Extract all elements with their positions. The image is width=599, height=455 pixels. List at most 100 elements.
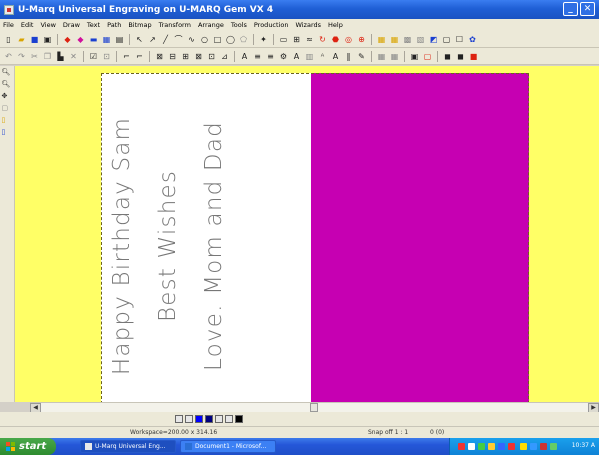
card-right-panel[interactable]: [311, 73, 529, 404]
menu-arrange[interactable]: Arrange: [198, 21, 224, 29]
rotate-icon[interactable]: ↻: [317, 34, 328, 45]
break-icon[interactable]: ⊟: [167, 51, 178, 62]
palette-arrow-right[interactable]: [185, 415, 193, 423]
fit-icon[interactable]: ⊿: [219, 51, 230, 62]
tray-icon-1[interactable]: [458, 443, 465, 450]
menu-view[interactable]: View: [40, 21, 55, 29]
text-spacing-icon[interactable]: ‖: [343, 51, 354, 62]
card-line-signature[interactable]: Love. Mom and Dad: [191, 117, 237, 375]
text-gear-icon[interactable]: ⚙: [278, 51, 289, 62]
card-line-birthday[interactable]: Happy Birthday Sam: [99, 117, 145, 375]
scroll-thumb[interactable]: [310, 403, 318, 412]
palette-arrow-right-2[interactable]: [225, 415, 233, 423]
text-tool-icon[interactable]: A: [239, 51, 250, 62]
zoom-icon[interactable]: 🔍︎: [2, 67, 13, 78]
import-icon[interactable]: ◆: [62, 34, 73, 45]
horizontal-scrollbar[interactable]: ◀ ▶: [30, 402, 599, 413]
minimize-button[interactable]: _: [563, 2, 578, 16]
close-button[interactable]: ✕: [580, 2, 595, 16]
zoom-all-icon[interactable]: ▯: [2, 127, 13, 138]
palette-swatch-navy[interactable]: [205, 415, 213, 423]
tray-icon-8[interactable]: [530, 443, 537, 450]
card-text-block[interactable]: Happy Birthday Sam Best Wishes Love. Mom…: [99, 117, 237, 375]
menu-tools[interactable]: Tools: [231, 21, 247, 29]
menu-bitmap[interactable]: Bitmap: [128, 21, 151, 29]
menu-text[interactable]: Text: [87, 21, 100, 29]
cut-icon[interactable]: ✂: [29, 51, 40, 62]
tray-icon-10[interactable]: [550, 443, 557, 450]
tray-icon-9[interactable]: [540, 443, 547, 450]
open-folder-icon[interactable]: ▰: [16, 34, 27, 45]
combine-icon[interactable]: ⊠: [154, 51, 165, 62]
fill-icon[interactable]: ▦: [101, 34, 112, 45]
menu-wizards[interactable]: Wizards: [295, 21, 321, 29]
menu-draw[interactable]: Draw: [63, 21, 80, 29]
ellipse-icon[interactable]: ○: [199, 34, 210, 45]
settings-icon[interactable]: ✿: [467, 34, 478, 45]
polygon-icon[interactable]: ⬠: [238, 34, 249, 45]
window-icon[interactable]: ▢: [441, 34, 452, 45]
mirror-icon[interactable]: ⬣: [330, 34, 341, 45]
tray-icon-4[interactable]: [488, 443, 495, 450]
text-align-icon[interactable]: ≡: [252, 51, 263, 62]
delete-icon[interactable]: ✕: [68, 51, 79, 62]
layer-2-icon[interactable]: ▦: [389, 34, 400, 45]
text-size-down-icon[interactable]: ᴬ: [317, 51, 328, 62]
tray-icon-6[interactable]: [508, 443, 515, 450]
group-icon[interactable]: ▭: [278, 34, 289, 45]
tray-icon-5[interactable]: [498, 443, 505, 450]
layer-icon[interactable]: ▦: [376, 34, 387, 45]
tray-icon-2[interactable]: [468, 443, 475, 450]
distribute-icon[interactable]: ≈: [304, 34, 315, 45]
nest-icon[interactable]: ⊡: [206, 51, 217, 62]
card-line-wishes[interactable]: Best Wishes: [145, 117, 191, 375]
bring-front-icon[interactable]: ◼: [442, 51, 453, 62]
target-icon[interactable]: ◎: [343, 34, 354, 45]
engrave-job-icon[interactable]: ■: [468, 51, 479, 62]
frame-icon[interactable]: ☐: [454, 34, 465, 45]
zoom-page-icon[interactable]: ▢: [2, 103, 13, 114]
palette-swatch-blue[interactable]: [195, 415, 203, 423]
menu-edit[interactable]: Edit: [21, 21, 34, 29]
curve-icon[interactable]: ∿: [186, 34, 197, 45]
zoom-object-icon[interactable]: ▯: [2, 115, 13, 126]
zoom-out-icon[interactable]: 🔍︎: [2, 79, 13, 90]
text-fit-icon[interactable]: ▥: [304, 51, 315, 62]
text-style-icon[interactable]: A: [291, 51, 302, 62]
weld-icon[interactable]: ⌐: [121, 51, 132, 62]
arc-icon[interactable]: ⌒: [173, 34, 184, 45]
print-preview-icon[interactable]: ▣: [42, 34, 53, 45]
send-back-icon[interactable]: ◼: [455, 51, 466, 62]
circle-icon[interactable]: ◯: [225, 34, 236, 45]
spell-icon[interactable]: ✎: [356, 51, 367, 62]
text-justify-icon[interactable]: ≡: [265, 51, 276, 62]
select-all-icon[interactable]: ☑: [88, 51, 99, 62]
menu-file[interactable]: File: [3, 21, 14, 29]
palette-arrow-left-2[interactable]: [215, 415, 223, 423]
pointer-icon[interactable]: ↖: [134, 34, 145, 45]
engrave-icon[interactable]: ◩: [428, 34, 439, 45]
contour-icon[interactable]: ⊞: [180, 51, 191, 62]
redo-icon[interactable]: ↷: [16, 51, 27, 62]
palette-arrow-left[interactable]: [175, 415, 183, 423]
save-icon[interactable]: ■: [29, 34, 40, 45]
array-icon[interactable]: ⊠: [193, 51, 204, 62]
menu-transform[interactable]: Transform: [159, 21, 191, 29]
palette-swatch-black[interactable]: [235, 415, 243, 423]
tray-icon-7[interactable]: [520, 443, 527, 450]
taskbar-umarq-button[interactable]: U-Marq Universal Eng...: [80, 440, 176, 453]
zoom-in-icon[interactable]: ⊕: [356, 34, 367, 45]
copy-icon[interactable]: ❐: [42, 51, 53, 62]
table-icon[interactable]: ▦: [376, 51, 387, 62]
red-box-icon[interactable]: ▢: [422, 51, 433, 62]
taskbar-document-button[interactable]: Document1 - Microsof...: [180, 440, 276, 453]
outline-pattern-icon[interactable]: ▧: [415, 34, 426, 45]
menu-production[interactable]: Production: [254, 21, 289, 29]
menu-path[interactable]: Path: [107, 21, 121, 29]
start-button[interactable]: start: [0, 438, 56, 455]
menu-help[interactable]: Help: [328, 21, 343, 29]
text-size-up-icon[interactable]: A: [330, 51, 341, 62]
taskbar-clock[interactable]: 10:37 A: [572, 442, 595, 449]
rectangle-icon[interactable]: □: [212, 34, 223, 45]
workspace-canvas[interactable]: Happy Birthday Sam Best Wishes Love. Mom…: [15, 66, 599, 404]
